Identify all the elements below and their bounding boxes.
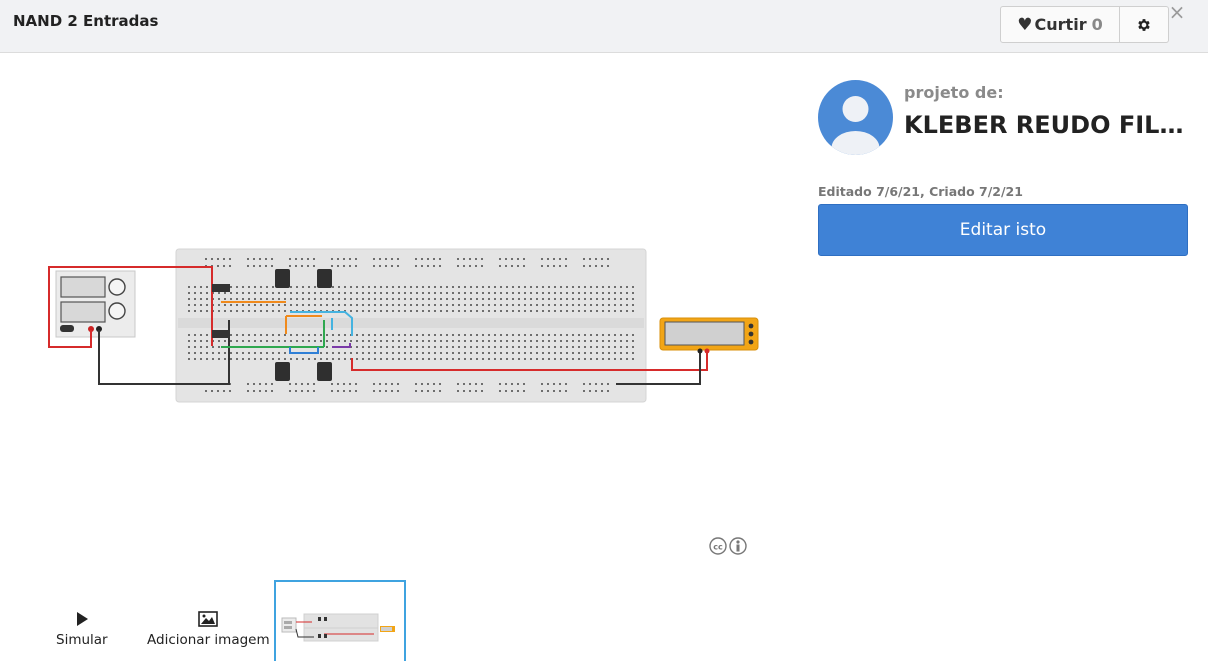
creative-commons-icon: cc: [709, 537, 749, 559]
svg-text:cc: cc: [713, 543, 723, 552]
avatar: [818, 80, 893, 155]
like-button[interactable]: ♥ Curtir 0: [1000, 6, 1120, 43]
add-image-label: Adicionar imagem: [147, 632, 270, 648]
simulate-label: Simular: [56, 632, 108, 648]
project-title: NAND 2 Entradas: [13, 12, 159, 30]
close-icon[interactable]: ×: [1168, 2, 1186, 22]
settings-button[interactable]: [1120, 6, 1169, 43]
circuit-thumbnail[interactable]: [274, 580, 406, 661]
circuit-diagram: [48, 248, 759, 403]
user-icon: [831, 96, 880, 155]
power-supply: [55, 270, 136, 338]
bottom-toolbar: Simular Adicionar imagem: [0, 580, 1208, 661]
simulate-button[interactable]: Simular: [56, 610, 108, 648]
edit-button[interactable]: Editar isto: [818, 204, 1188, 256]
heart-icon: ♥: [1017, 14, 1033, 35]
play-icon: [76, 612, 88, 626]
multimeter: [659, 317, 759, 354]
add-image-button[interactable]: Adicionar imagem: [147, 610, 270, 648]
thumbnail-image: [281, 613, 395, 642]
circuit-preview[interactable]: [0, 54, 800, 579]
edit-dates: Editado 7/6/21, Criado 7/2/21: [818, 184, 1023, 199]
top-bar: NAND 2 Entradas ♥ Curtir 0: [0, 0, 1208, 53]
like-label: Curtir: [1034, 15, 1087, 34]
author-name[interactable]: KLEBER REUDO FILG...: [904, 111, 1194, 139]
gear-icon: [1138, 18, 1150, 31]
image-icon: [198, 611, 219, 627]
author-by-label: projeto de:: [904, 83, 1004, 102]
breadboard: [175, 248, 647, 403]
like-count: 0: [1091, 15, 1103, 34]
